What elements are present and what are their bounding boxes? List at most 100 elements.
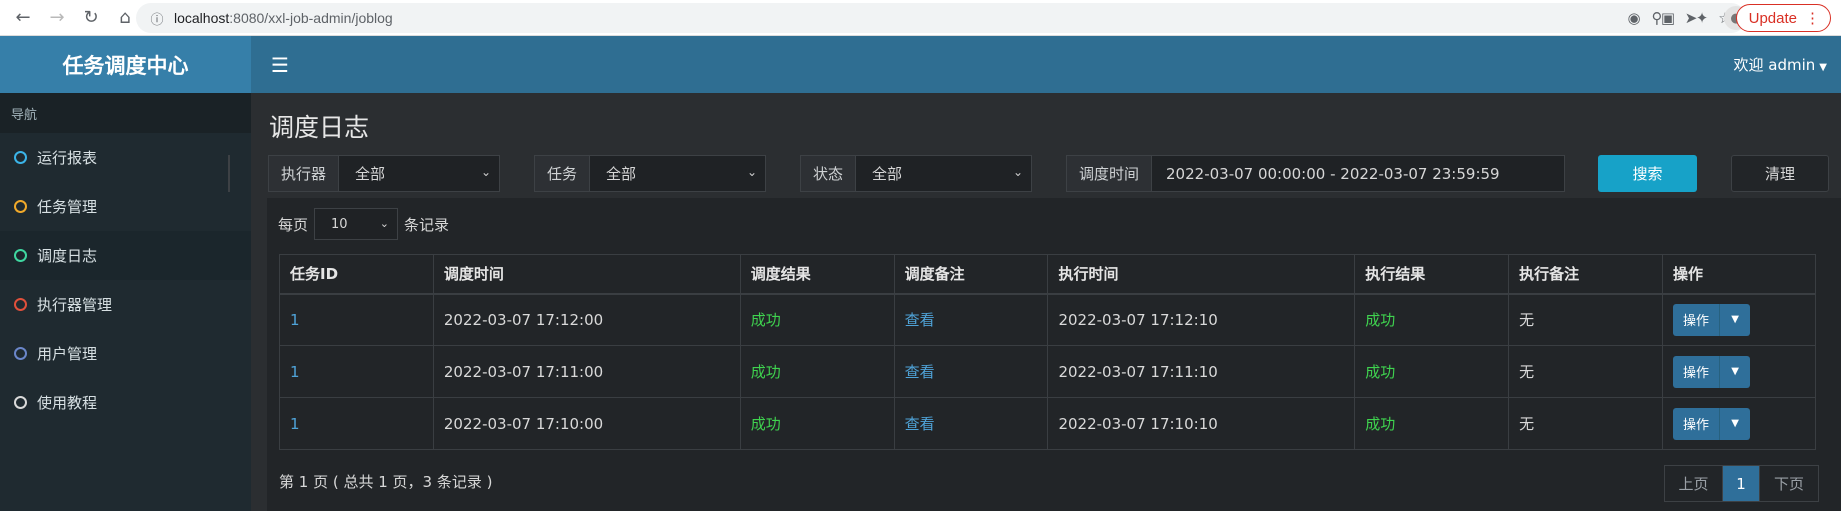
exec-note: 无 <box>1508 293 1664 346</box>
circle-icon <box>14 396 27 409</box>
circle-icon <box>14 298 27 311</box>
job-id-link[interactable]: 1 <box>290 311 300 329</box>
operation-button[interactable]: 操作 ▼ <box>1673 355 1751 388</box>
table-header-row: 任务ID 调度时间 调度结果 调度备注 执行时间 执行结果 执行备注 操作 <box>279 254 1816 295</box>
extensions-puzzle-icon[interactable]: ✦ <box>1688 4 1716 32</box>
circle-icon <box>14 151 27 164</box>
col-header[interactable]: 调度备注 <box>893 254 1049 295</box>
col-header[interactable]: 调度结果 <box>739 254 895 295</box>
status-filter: 状态 全部 ⌄ <box>800 155 1032 192</box>
trigger-result: 成功 <box>750 363 781 381</box>
time-label: 调度时间 <box>1067 156 1153 191</box>
job-label: 任务 <box>535 156 591 191</box>
col-header: 操作 <box>1662 254 1816 295</box>
forward-arrow-icon[interactable]: → <box>42 3 72 33</box>
executor-filter: 执行器 全部 ⌄ <box>268 155 500 192</box>
extension-ninja-icon[interactable]: ◉ <box>1620 4 1648 32</box>
circle-icon <box>14 347 27 360</box>
col-header[interactable]: 执行备注 <box>1508 254 1664 295</box>
info-icon[interactable]: ⓘ <box>144 9 170 28</box>
chevron-down-icon: ⌄ <box>1012 165 1023 179</box>
exec-time: 2022-03-07 17:10:10 <box>1047 397 1356 450</box>
operation-button[interactable]: 操作 ▼ <box>1673 407 1751 440</box>
per-page-prefix: 每页 <box>278 215 309 234</box>
status-select[interactable]: 全部 ⌄ <box>856 156 1031 191</box>
sidebar-item-report[interactable]: 运行报表 <box>0 133 251 182</box>
prev-page-button[interactable]: 上页 <box>1665 466 1723 501</box>
status-label: 状态 <box>801 156 857 191</box>
table-row: 1 2022-03-07 17:11:00 成功 查看 2022-03-07 1… <box>279 345 1816 398</box>
trigger-note-link[interactable]: 查看 <box>905 363 935 381</box>
browser-toolbar: ← → ↻ ⌂ ⓘ localhost:8080/xxl-job-admin/j… <box>0 0 1841 36</box>
exec-time: 2022-03-07 17:12:10 <box>1047 293 1356 346</box>
user-menu[interactable]: 欢迎 admin ▼ <box>1734 54 1827 75</box>
search-button[interactable]: 搜索 <box>1598 155 1697 192</box>
sidebar-item-executors[interactable]: 执行器管理 <box>0 280 251 329</box>
clear-button[interactable]: 清理 <box>1731 155 1829 192</box>
trigger-time: 2022-03-07 17:12:00 <box>432 293 741 346</box>
top-navbar: ☰ 欢迎 admin ▼ <box>251 36 1841 93</box>
job-id-link[interactable]: 1 <box>290 363 300 381</box>
exec-result: 成功 <box>1365 415 1396 433</box>
address-bar[interactable]: ⓘ localhost:8080/xxl-job-admin/joblog ⚲ … <box>136 3 1746 33</box>
job-filter: 任务 全部 ⌄ <box>534 155 766 192</box>
extension-green-icon[interactable]: ▣ <box>1654 4 1682 32</box>
sidebar-header: 导航 <box>0 93 251 133</box>
col-header[interactable]: 执行结果 <box>1354 254 1510 295</box>
time-range-input[interactable]: 2022-03-07 00:00:00 - 2022-03-07 23:59:5… <box>1152 156 1564 191</box>
update-button[interactable]: Update ⋮ <box>1735 4 1831 32</box>
operation-button[interactable]: 操作 ▼ <box>1673 303 1751 336</box>
sidebar-item-joblog[interactable]: 调度日志 <box>0 231 251 280</box>
per-page-control: 每页 10 ⌄ 条记录 <box>278 208 449 240</box>
executor-label: 执行器 <box>269 156 340 191</box>
circle-icon <box>14 200 27 213</box>
col-header[interactable]: 执行时间 <box>1047 254 1356 295</box>
sidebar-item-users[interactable]: 用户管理 <box>0 329 251 378</box>
trigger-result: 成功 <box>750 415 781 433</box>
exec-note: 无 <box>1508 397 1664 450</box>
caret-down-icon: ▼ <box>1819 62 1827 73</box>
chevron-down-icon: ⌄ <box>480 165 491 179</box>
col-header[interactable]: 任务ID <box>279 254 434 295</box>
page-info: 第 1 页 ( 总共 1 页，3 条记录 ) <box>279 473 493 491</box>
more-vert-icon: ⋮ <box>1805 10 1820 27</box>
sidebar: 导航 运行报表 任务管理 调度日志 执行器管理 用户管理 使用教程 <box>0 93 251 511</box>
sidebar-toggle-icon[interactable]: ☰ <box>271 53 289 77</box>
trigger-time: 2022-03-07 17:11:00 <box>432 345 741 398</box>
caret-down-icon[interactable]: ▼ <box>1720 408 1750 440</box>
executor-filter <box>228 155 230 192</box>
url-text: localhost:8080/xxl-job-admin/joblog <box>174 10 393 26</box>
page-title: 调度日志 <box>269 113 370 142</box>
pagination: 上页 1 下页 <box>1664 465 1819 502</box>
log-table: 任务ID 调度时间 调度结果 调度备注 执行时间 执行结果 执行备注 操作 1 … <box>279 254 1816 450</box>
trigger-note-link[interactable]: 查看 <box>905 415 935 433</box>
trigger-note-link[interactable]: 查看 <box>905 311 935 329</box>
exec-result: 成功 <box>1365 311 1396 330</box>
table-row: 1 2022-03-07 17:10:00 成功 查看 2022-03-07 1… <box>279 397 1816 450</box>
per-page-select[interactable]: 10 ⌄ <box>314 208 399 240</box>
time-filter: 调度时间 2022-03-07 00:00:00 - 2022-03-07 23… <box>1066 155 1565 192</box>
executor-select[interactable]: 全部 ⌄ <box>339 156 499 191</box>
chevron-down-icon: ⌄ <box>746 165 757 179</box>
table-row: 1 2022-03-07 17:12:00 成功 查看 2022-03-07 1… <box>279 293 1816 346</box>
trigger-time: 2022-03-07 17:10:00 <box>432 397 741 450</box>
per-page-suffix: 条记录 <box>404 215 450 234</box>
caret-down-icon[interactable]: ▼ <box>1720 356 1750 388</box>
exec-result: 成功 <box>1365 363 1396 381</box>
next-page-button[interactable]: 下页 <box>1760 466 1818 501</box>
sidebar-item-jobs[interactable]: 任务管理 <box>0 182 251 231</box>
exec-time: 2022-03-07 17:11:10 <box>1047 345 1356 398</box>
col-header[interactable]: 调度时间 <box>432 254 741 295</box>
page-1-button[interactable]: 1 <box>1723 466 1760 501</box>
circle-icon <box>14 249 27 262</box>
back-arrow-icon[interactable]: ← <box>8 3 38 33</box>
trigger-result: 成功 <box>750 311 781 330</box>
reload-icon[interactable]: ↻ <box>76 3 106 33</box>
job-id-link[interactable]: 1 <box>290 415 300 433</box>
caret-down-icon[interactable]: ▼ <box>1720 304 1750 336</box>
job-select[interactable]: 全部 ⌄ <box>590 156 765 191</box>
exec-note: 无 <box>1508 345 1664 398</box>
app-logo[interactable]: 任务调度中心 <box>0 36 251 93</box>
chevron-down-icon: ⌄ <box>379 217 390 230</box>
sidebar-item-help[interactable]: 使用教程 <box>0 378 251 427</box>
